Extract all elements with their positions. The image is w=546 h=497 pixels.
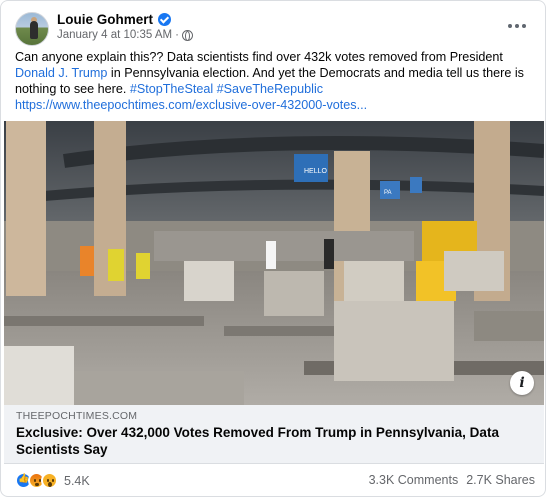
- facebook-post: Louie Gohmert January 4 at 10:35 AM · Ca…: [0, 0, 546, 497]
- post-header: Louie Gohmert January 4 at 10:35 AM ·: [13, 11, 535, 47]
- dot-icon: [515, 24, 519, 28]
- avatar-figure: [30, 21, 38, 39]
- link-headline[interactable]: Exclusive: Over 432,000 Votes Removed Fr…: [16, 424, 532, 458]
- link-preview[interactable]: THEEPOCHTIMES.COM Exclusive: Over 432,00…: [4, 405, 544, 464]
- dot-icon: [522, 24, 526, 28]
- dot-icon: [508, 24, 512, 28]
- reaction-count[interactable]: 5.4K: [64, 474, 90, 488]
- link-preview-image[interactable]: HELLO PA i: [4, 121, 544, 405]
- mouth: [48, 482, 52, 487]
- hashtag-link[interactable]: #StopTheSteal: [130, 82, 213, 96]
- engagement-bar: 5.4K 3.3K Comments 2.7K Shares: [1, 469, 545, 495]
- eye: [52, 479, 54, 482]
- author-row: Louie Gohmert: [57, 12, 172, 27]
- post-text: Can anyone explain this?? Data scientist…: [15, 49, 535, 113]
- verified-badge-icon: [158, 13, 172, 26]
- reactions-summary[interactable]: 5.4K: [15, 472, 90, 489]
- banner-text: HELLO: [304, 168, 328, 175]
- shares-count[interactable]: 2.7K Shares: [466, 473, 535, 487]
- banner-text: PA: [384, 190, 392, 196]
- post-timestamp[interactable]: January 4 at 10:35 AM: [57, 29, 172, 41]
- wow-reaction-icon: [41, 472, 58, 489]
- post-meta: January 4 at 10:35 AM ·: [57, 29, 193, 41]
- post-text-intro: Can anyone explain this?? Data scientist…: [15, 50, 503, 64]
- mention-link[interactable]: Donald J. Trump: [15, 66, 107, 80]
- author-name[interactable]: Louie Gohmert: [57, 12, 153, 27]
- eye: [34, 479, 36, 482]
- hashtag-link[interactable]: #SaveTheRepublic: [217, 82, 323, 96]
- info-icon[interactable]: i: [510, 371, 534, 395]
- warehouse-photo: HELLO PA: [4, 121, 544, 405]
- engagement-counts: 3.3K Comments 2.7K Shares: [369, 473, 535, 487]
- link-domain: THEEPOCHTIMES.COM: [16, 410, 138, 422]
- meta-separator: ·: [175, 29, 179, 41]
- author-avatar[interactable]: [15, 12, 49, 46]
- mouth: [35, 483, 39, 486]
- post-url-link[interactable]: https://www.theepochtimes.com/exclusive-…: [15, 98, 367, 112]
- globe-icon[interactable]: [181, 29, 193, 41]
- more-options-button[interactable]: [503, 15, 531, 37]
- comments-count[interactable]: 3.3K Comments: [369, 473, 459, 487]
